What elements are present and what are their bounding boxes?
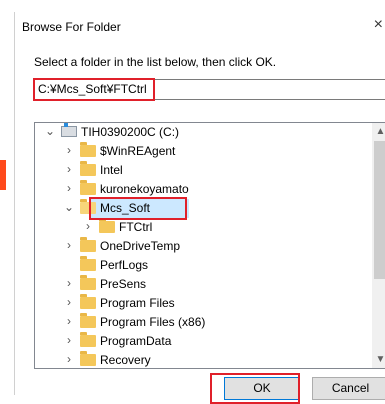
chevron-right-icon[interactable]: › — [63, 352, 75, 366]
tree-item-recovery[interactable]: › Recovery — [35, 351, 365, 368]
tree-item-winreagent[interactable]: › $WinREAgent — [35, 142, 365, 161]
title-bar: Browse For Folder × — [15, 12, 385, 42]
tree-item-label: FTCtrl — [119, 220, 153, 234]
chevron-right-icon[interactable]: › — [63, 314, 75, 328]
tree-item-drive[interactable]: ⌄ TIH0390200C (C:) — [35, 123, 365, 142]
chevron-down-icon[interactable]: ⌄ — [44, 124, 56, 138]
folder-icon — [99, 218, 115, 233]
tree-item-label: TIH0390200C (C:) — [81, 125, 180, 139]
folder-icon — [80, 351, 96, 366]
chevron-right-icon[interactable]: › — [63, 162, 75, 176]
dialog-title: Browse For Folder — [22, 20, 121, 34]
folder-icon — [80, 142, 96, 157]
folder-open-icon — [80, 199, 96, 214]
chevron-right-icon[interactable]: › — [63, 143, 75, 157]
tree-item-kuronekoyamato[interactable]: › kuronekoyamato — [35, 180, 365, 199]
folder-icon — [80, 332, 96, 347]
folder-icon — [80, 313, 96, 328]
tree-item-label: Mcs_Soft — [100, 201, 151, 215]
scroll-up-icon[interactable]: ▲ — [372, 123, 385, 140]
folder-tree[interactable]: ⌄ TIH0390200C (C:) › $WinREAgent › Intel… — [34, 122, 385, 369]
chevron-right-icon[interactable]: › — [63, 238, 75, 252]
tree-item-perflogs[interactable]: PerfLogs — [35, 256, 365, 275]
scroll-thumb[interactable] — [374, 141, 385, 279]
tree-item-program-files-x86[interactable]: › Program Files (x86) — [35, 313, 365, 332]
tree-item-label: OneDriveTemp — [100, 239, 181, 253]
instruction-text: Select a folder in the list below, then … — [34, 55, 277, 69]
folder-icon — [80, 294, 96, 309]
folder-icon — [80, 237, 96, 252]
tree-item-label: Program Files — [100, 296, 175, 310]
chevron-right-icon[interactable]: › — [63, 295, 75, 309]
chevron-right-icon[interactable]: › — [63, 276, 75, 290]
tree-item-presens[interactable]: › PreSens — [35, 275, 365, 294]
background-window — [0, 0, 385, 10]
tree-item-label: Recovery — [100, 353, 151, 367]
tree-item-label: ProgramData — [100, 334, 172, 348]
folder-icon — [80, 180, 96, 195]
scroll-down-icon[interactable]: ▼ — [372, 351, 385, 368]
tree-item-label: Program Files (x86) — [100, 315, 206, 329]
folder-path-input[interactable] — [38, 82, 378, 96]
chevron-right-icon[interactable]: › — [63, 181, 75, 195]
ok-button[interactable]: OK — [224, 377, 300, 400]
tree-item-mcs-soft[interactable]: ⌄ Mcs_Soft — [35, 199, 365, 218]
browse-for-folder-dialog: Browse For Folder × Select a folder in t… — [14, 12, 385, 404]
tree-item-label: PerfLogs — [100, 258, 149, 272]
tree-item-label: PreSens — [100, 277, 147, 291]
folder-icon — [80, 256, 96, 271]
tree-item-label: Intel — [100, 163, 123, 177]
close-icon[interactable]: × — [374, 16, 383, 34]
annotation-arrow-bar — [0, 160, 6, 190]
chevron-down-icon[interactable]: ⌄ — [63, 200, 75, 214]
chevron-right-icon[interactable]: › — [63, 333, 75, 347]
tree-item-program-files[interactable]: › Program Files — [35, 294, 365, 313]
tree-item-label: $WinREAgent — [100, 144, 176, 158]
vertical-scrollbar[interactable]: ▲ ▼ — [372, 123, 385, 368]
cancel-button[interactable]: Cancel — [312, 377, 385, 400]
tree-item-intel[interactable]: › Intel — [35, 161, 365, 180]
tree-item-ftctrl[interactable]: › FTCtrl — [35, 218, 365, 237]
tree-item-onedrivetemp[interactable]: › OneDriveTemp — [35, 237, 365, 256]
tree-item-label: kuronekoyamato — [100, 182, 189, 196]
folder-path-field[interactable] — [34, 79, 385, 100]
drive-icon — [61, 123, 77, 137]
chevron-right-icon[interactable]: › — [82, 219, 94, 233]
folder-icon — [80, 275, 96, 290]
tree-item-programdata[interactable]: › ProgramData — [35, 332, 365, 351]
folder-icon — [80, 161, 96, 176]
